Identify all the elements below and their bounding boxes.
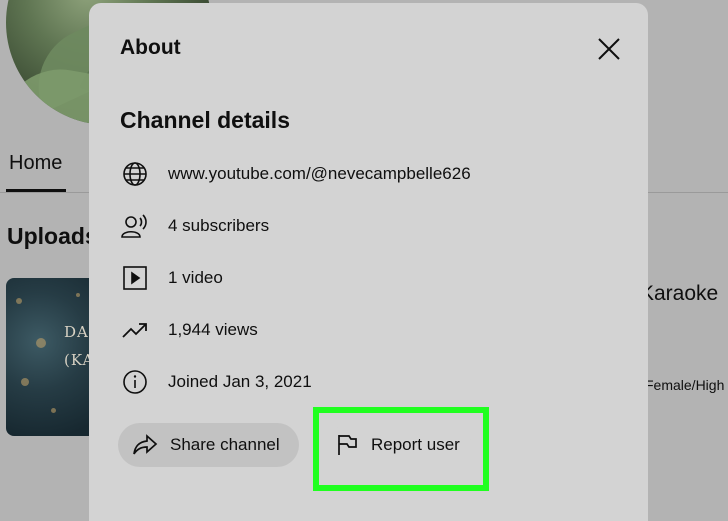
video-play-icon	[121, 264, 149, 292]
trending-icon	[121, 316, 149, 344]
close-icon	[598, 38, 620, 60]
about-dialog: About Channel details www.youtube.com/@n…	[89, 3, 648, 521]
video-count: 1 video	[168, 268, 223, 287]
channel-details-heading: Channel details	[120, 107, 290, 133]
globe-icon	[121, 160, 149, 188]
share-icon	[133, 434, 158, 455]
video-title[interactable]: Karaoke	[640, 282, 718, 306]
view-count: 1,944 views	[168, 320, 258, 339]
video-meta: Female/High	[645, 377, 725, 393]
subscriber-count: 4 subscribers	[168, 216, 270, 235]
subscribers-icon	[121, 212, 149, 240]
report-user-label: Report user	[371, 435, 460, 454]
share-channel-label: Share channel	[170, 435, 280, 454]
flag-icon	[338, 435, 357, 455]
detail-row-views: 1,944 views	[121, 316, 258, 344]
dialog-title: About	[120, 36, 181, 59]
info-icon	[121, 368, 149, 396]
detail-row-subscribers: 4 subscribers	[121, 212, 269, 240]
share-channel-button[interactable]: Share channel	[118, 423, 299, 467]
detail-row-joined: Joined Jan 3, 2021	[121, 368, 312, 396]
channel-url[interactable]: www.youtube.com/@nevecampbelle626	[168, 164, 471, 184]
joined-date: Joined Jan 3, 2021	[168, 372, 312, 391]
report-user-button[interactable]: Report user	[329, 423, 471, 467]
detail-row-videos: 1 video	[121, 264, 223, 292]
tab-home[interactable]: Home	[9, 152, 62, 175]
close-button[interactable]	[592, 32, 626, 66]
uploads-heading: Uploads	[7, 223, 98, 249]
detail-row-url[interactable]: www.youtube.com/@nevecampbelle626	[121, 160, 471, 188]
